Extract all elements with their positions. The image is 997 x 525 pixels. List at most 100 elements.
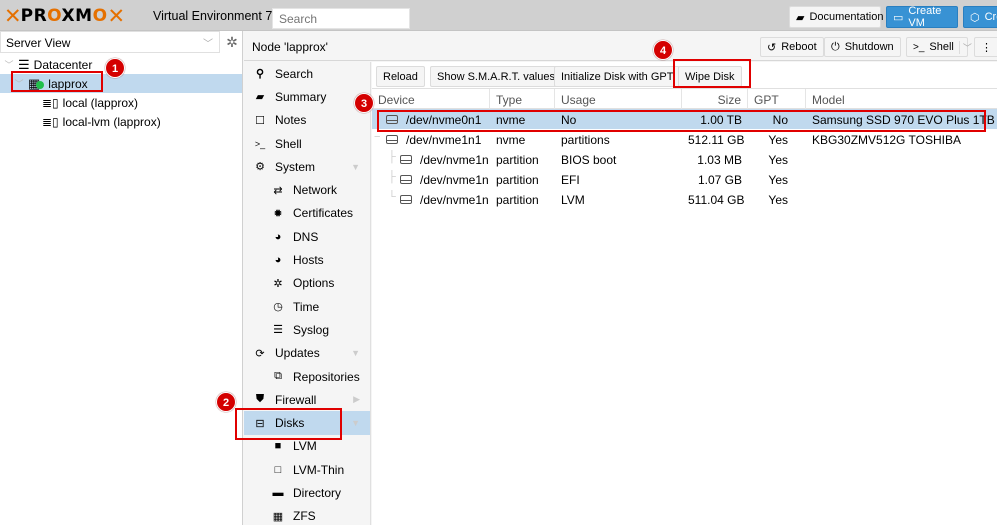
reload-button[interactable]: Reload bbox=[376, 66, 425, 87]
bulk-actions-button[interactable]: ⋮ B bbox=[974, 37, 997, 57]
nav-item-hosts[interactable]: ◕ Hosts bbox=[244, 248, 370, 271]
cell-type: partition bbox=[496, 153, 539, 167]
tree-item-local-lvm[interactable]: ≣▯ local-lvm (lapprox) bbox=[0, 112, 242, 131]
cell-usage: LVM bbox=[561, 193, 585, 207]
certificate-icon: ✹ bbox=[273, 207, 283, 220]
files-icon: ⧉ bbox=[274, 370, 282, 382]
tree-item-local[interactable]: ≣▯ local (lapprox) bbox=[0, 93, 242, 112]
shell-button[interactable]: >_ Shell ﹀ bbox=[906, 37, 972, 57]
highlight-disks-nav bbox=[235, 408, 342, 440]
cell-size: 511.04 GB bbox=[688, 193, 745, 207]
disk-row[interactable]: └/dev/nvme1n…partitionLVM511.04 GBYes bbox=[372, 189, 997, 209]
column-model[interactable]: Model bbox=[806, 89, 997, 109]
logo-x-icon: ✕ bbox=[4, 4, 22, 28]
annotation-badge-1: 1 bbox=[105, 58, 125, 78]
disk-row[interactable]: ├/dev/nvme1n…partitionBIOS boot1.03 MBYe… bbox=[372, 149, 997, 169]
clock-icon: ◷ bbox=[273, 301, 283, 314]
create-ct-button[interactable]: ⬡ Cre bbox=[963, 6, 997, 28]
proxmox-logo: ✕ PROXMO ✕ bbox=[4, 4, 125, 28]
nav-item-options[interactable]: ✲ Options bbox=[244, 272, 370, 295]
global-search-input[interactable] bbox=[272, 8, 410, 29]
cell-model bbox=[806, 149, 997, 169]
column-size[interactable]: Size bbox=[682, 89, 748, 109]
nav-item-summary[interactable]: ▰ Summary bbox=[244, 85, 370, 108]
highlight-disk-row bbox=[377, 110, 986, 132]
cell-model: KBG30ZMV512G TOSHIBA bbox=[812, 133, 961, 147]
hdd-icon bbox=[400, 175, 412, 185]
reboot-button[interactable]: ↺ Reboot bbox=[760, 37, 824, 57]
hdd-icon bbox=[400, 155, 412, 165]
disk-row[interactable]: −/dev/nvme1n1 nvme partitions 512.11 GB Yes K… bbox=[372, 129, 997, 149]
refresh-icon: ⟳ bbox=[255, 347, 265, 360]
caret-down-icon[interactable]: ▼ bbox=[351, 348, 360, 358]
monitor-icon: ▭ bbox=[893, 11, 904, 24]
caret-right-icon[interactable]: ▶ bbox=[353, 394, 360, 405]
nav-item-zfs[interactable]: ▦ ZFS bbox=[244, 505, 370, 525]
column-usage[interactable]: Usage bbox=[555, 89, 682, 109]
nav-item-certificates[interactable]: ✹ Certificates bbox=[244, 202, 370, 225]
nav-item-directory[interactable]: ▬ Directory bbox=[244, 481, 370, 504]
documentation-button[interactable]: ▰ Documentation bbox=[789, 6, 883, 28]
gear-icon[interactable]: ✲ bbox=[224, 33, 240, 51]
annotation-badge-2: 2 bbox=[216, 392, 236, 412]
annotation-badge-4: 4 bbox=[653, 40, 673, 60]
kebab-icon: ⋮ bbox=[981, 41, 992, 54]
column-type[interactable]: Type bbox=[490, 89, 555, 109]
hdd-icon bbox=[386, 135, 398, 145]
notes-icon: ☐ bbox=[255, 114, 265, 127]
nav-item-network[interactable]: ⇄ Network bbox=[244, 178, 370, 201]
book-icon: ▰ bbox=[796, 11, 805, 24]
cell-gpt: Yes bbox=[768, 193, 788, 207]
cell-device: /dev/nvme1n1 bbox=[372, 129, 490, 149]
nav-item-lvm-thin[interactable]: □ LVM-Thin bbox=[244, 458, 370, 481]
nav-item-system[interactable]: ⚙ System ▼ bbox=[244, 155, 370, 178]
nav-item-shell[interactable]: >_ Shell bbox=[244, 132, 370, 155]
storage-icon: ≣▯ bbox=[42, 95, 59, 110]
search-icon: ⚲ bbox=[255, 68, 265, 81]
node-navigation: ⚲ Search ▰ Summary ☐ Notes >_ Shell ⚙ System ▼… bbox=[244, 62, 371, 525]
nav-item-dns[interactable]: ◕ DNS bbox=[244, 225, 370, 248]
cell-device: /dev/nvme1n… bbox=[372, 189, 490, 209]
highlight-node bbox=[11, 71, 103, 92]
highlight-wipe-disk bbox=[673, 59, 751, 88]
initialize-gpt-button[interactable]: Initialize Disk with GPT bbox=[554, 66, 681, 87]
nav-item-time[interactable]: ◷ Time bbox=[244, 295, 370, 318]
cogs-icon: ⚙ bbox=[255, 161, 265, 174]
grid-header: Device Type Usage Size GPT Model bbox=[372, 89, 997, 109]
server-view-selector[interactable]: Server View ﹀ bbox=[0, 31, 220, 53]
caret-down-icon[interactable]: ▼ bbox=[351, 162, 360, 172]
column-gpt[interactable]: GPT bbox=[748, 89, 806, 109]
gear-icon: ✲ bbox=[273, 277, 283, 290]
create-vm-button[interactable]: ▭ Create VM bbox=[886, 5, 958, 29]
square-outline-icon: □ bbox=[274, 463, 282, 476]
book-icon: ▰ bbox=[255, 91, 265, 104]
cell-type: nvme bbox=[496, 133, 526, 147]
node-header: Node 'lapprox' ↺ Reboot ⏻ Shutdown >_ Sh… bbox=[244, 31, 997, 61]
caret-down-icon[interactable]: ▼ bbox=[351, 418, 360, 428]
reboot-icon: ↺ bbox=[767, 41, 777, 54]
chevron-down-icon[interactable]: ﹀ bbox=[4, 58, 14, 71]
chevron-down-icon[interactable]: ﹀ bbox=[958, 40, 972, 54]
column-device[interactable]: Device bbox=[372, 89, 490, 109]
nav-item-search[interactable]: ⚲ Search bbox=[244, 62, 370, 85]
cell-model bbox=[806, 169, 997, 189]
annotation-badge-3: 3 bbox=[354, 93, 374, 113]
hdd-icon bbox=[400, 195, 412, 205]
cell-size: 1.07 GB bbox=[697, 173, 742, 187]
nav-item-notes[interactable]: ☐ Notes bbox=[244, 109, 370, 132]
nav-item-syslog[interactable]: ☰ Syslog bbox=[244, 318, 370, 341]
list-icon: ☰ bbox=[273, 324, 283, 337]
disk-row[interactable]: ├/dev/nvme1n…partitionEFI1.07 GBYes bbox=[372, 169, 997, 189]
nav-item-repositories[interactable]: ⧉ Repositories bbox=[244, 365, 370, 388]
cell-size: 512.11 GB bbox=[688, 133, 745, 147]
nav-item-updates[interactable]: ⟳ Updates ▼ bbox=[244, 342, 370, 365]
shutdown-button[interactable]: ⏻ Shutdown bbox=[824, 37, 901, 57]
exchange-icon: ⇄ bbox=[273, 184, 283, 197]
cell-gpt: Yes bbox=[768, 133, 788, 147]
chevron-down-icon: ﹀ bbox=[203, 39, 213, 50]
cell-device: /dev/nvme1n… bbox=[372, 149, 490, 169]
cell-gpt: Yes bbox=[768, 173, 788, 187]
square-icon: ■ bbox=[274, 440, 282, 453]
folder-icon: ▬ bbox=[272, 486, 284, 499]
show-smart-button[interactable]: Show S.M.A.R.T. values bbox=[430, 66, 562, 87]
